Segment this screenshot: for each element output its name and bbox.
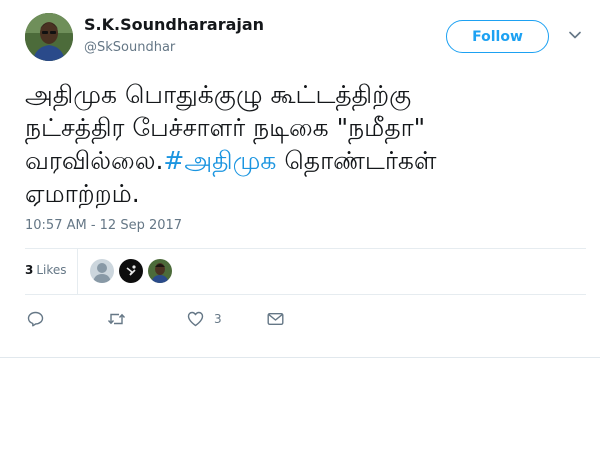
display-name[interactable]: S.K.Soundhararajan: [84, 15, 264, 34]
user-handle[interactable]: @SkSoundhar: [84, 40, 175, 55]
heart-icon: [187, 311, 204, 327]
tweet-timestamp[interactable]: 10:57 AM - 12 Sep 2017: [25, 218, 182, 233]
tweet-card: S.K.Soundhararajan @SkSoundhar Follow அத…: [0, 0, 600, 358]
user-avatar-photo: [25, 13, 73, 61]
tweet-text-line: அதிமுக பொதுக்குழு கூட்டத்திற்கு: [25, 80, 412, 109]
tweet-text-segment: வரவில்லை.: [25, 146, 164, 175]
reply-button[interactable]: [27, 310, 44, 328]
user-avatar[interactable]: [25, 13, 73, 61]
tweet-text-line: நட்சத்திர பேச்சாளர் நடிகை "நமீதா": [25, 113, 426, 142]
retweet-icon: [107, 313, 126, 325]
user-avatar-photo: [148, 259, 172, 283]
direct-message-button[interactable]: [267, 310, 284, 328]
tweet-text-line: ஏமாற்றம்.: [25, 179, 140, 208]
likes-count: 3: [25, 263, 34, 277]
stats-separator: [77, 248, 78, 294]
liker-avatar[interactable]: [148, 259, 172, 283]
card-bottom-border: [0, 357, 600, 358]
liker-avatar[interactable]: [90, 259, 114, 283]
envelope-icon: [267, 313, 284, 326]
like-button[interactable]: 3: [187, 310, 222, 328]
dark-avatar-icon: [119, 259, 143, 283]
retweet-button[interactable]: [107, 310, 126, 328]
divider: [25, 248, 586, 249]
tweet-text-segment: தொண்டர்கள்: [276, 146, 437, 175]
likes-stat[interactable]: 3 Likes: [25, 263, 67, 277]
reply-icon: [27, 311, 44, 327]
likes-label: Likes: [36, 263, 67, 277]
tweet-text: அதிமுக பொதுக்குழு கூட்டத்திற்கு நட்சத்தி…: [25, 78, 585, 210]
divider: [25, 294, 586, 295]
hashtag-link[interactable]: #அதிமுக: [163, 146, 276, 175]
tweet-text-line: வரவில்லை.#அதிமுக தொண்டர்கள்: [25, 144, 585, 177]
chevron-down-icon[interactable]: [569, 31, 581, 39]
follow-button[interactable]: Follow: [446, 20, 549, 53]
liker-avatar[interactable]: [119, 259, 143, 283]
like-count: 3: [214, 312, 222, 326]
default-avatar-icon: [90, 259, 114, 283]
